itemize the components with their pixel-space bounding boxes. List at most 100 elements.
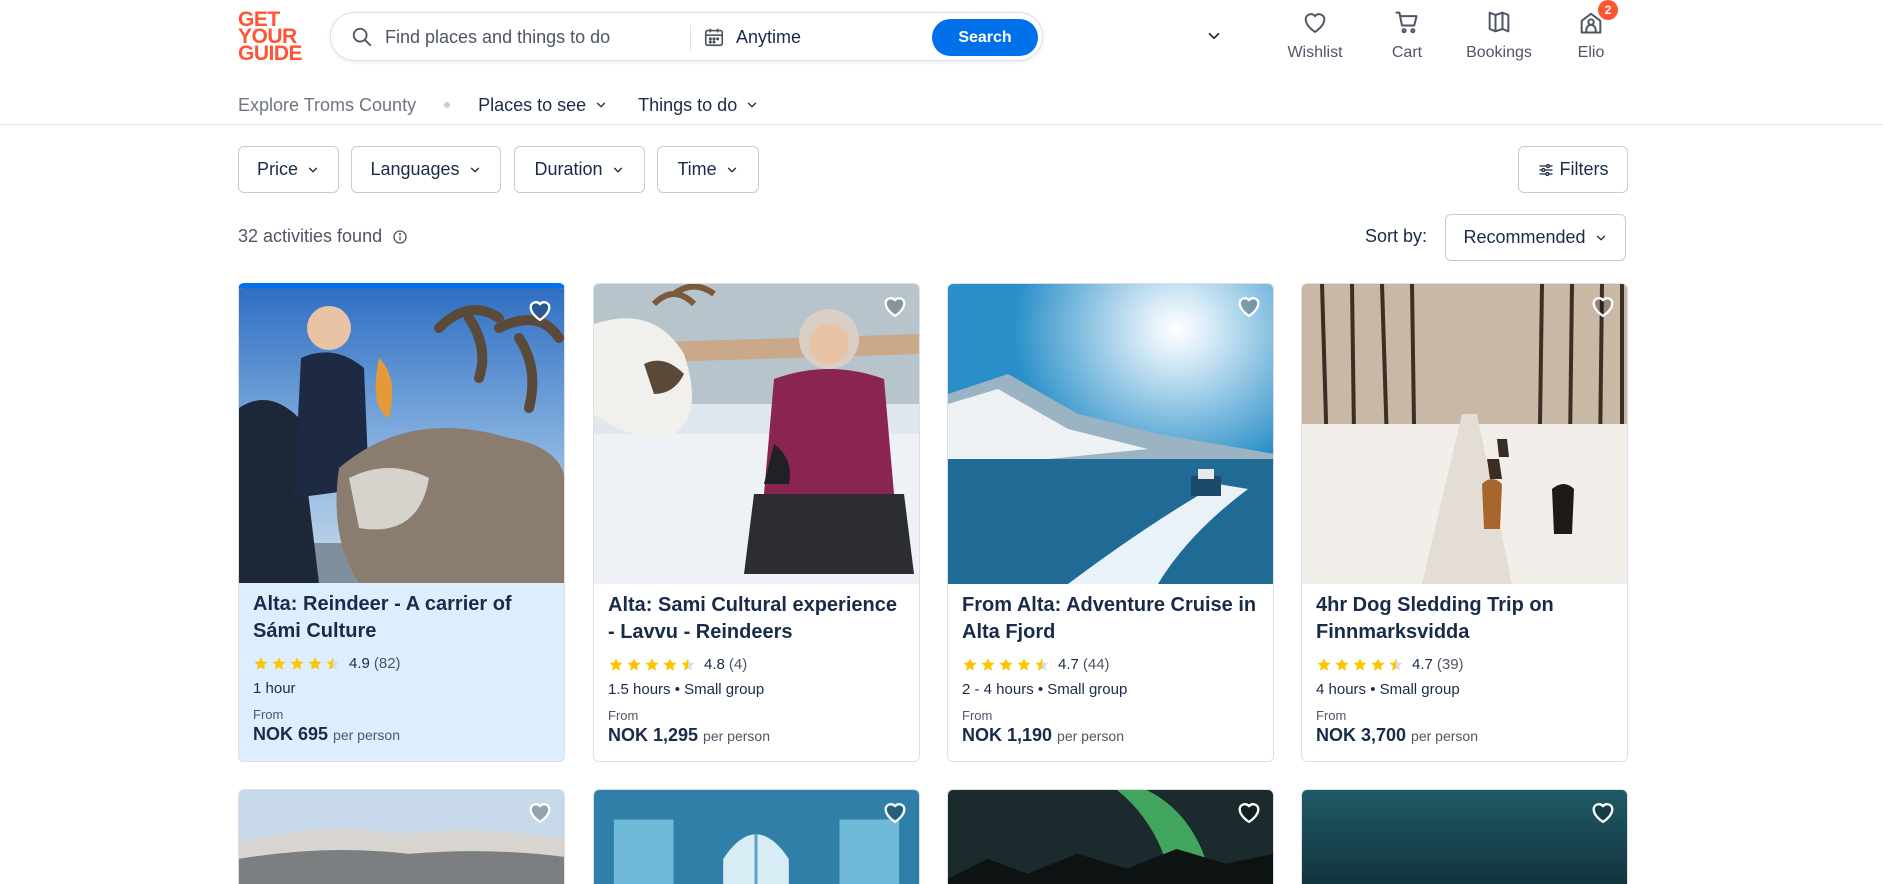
bookings-label: Bookings [1466, 44, 1532, 61]
chevron-down-icon [613, 167, 622, 172]
star-icon [609, 657, 623, 671]
duration-filter[interactable]: Duration [514, 146, 645, 193]
wishlist-heart-icon[interactable] [1235, 798, 1263, 826]
languages-filter[interactable]: Languages [351, 146, 501, 193]
star-rating [253, 656, 343, 672]
star-icon [645, 657, 659, 671]
activity-title: Alta: Sami Cultural experience - Lavvu -… [608, 594, 897, 643]
bookings-button[interactable]: Bookings [1454, 8, 1544, 62]
date-picker[interactable]: Anytime [703, 19, 1220, 55]
price-row: NOK 695 per person [253, 724, 550, 745]
info-icon[interactable] [392, 229, 408, 245]
price-from-label: From [608, 708, 639, 723]
activity-image [594, 790, 919, 884]
rating-value: 4.7 [1412, 656, 1433, 673]
activity-card-body: Alta: Reindeer - A carrier of Sámi Cultu… [253, 591, 550, 745]
star-icon [290, 656, 304, 670]
wishlist-heart-icon[interactable] [881, 798, 909, 826]
chevron-down-icon [1208, 32, 1220, 40]
activity-image [948, 284, 1273, 584]
all-filters-button[interactable]: Filters [1518, 146, 1628, 193]
star-rating [1316, 657, 1406, 673]
all-filters-label: Filters [1559, 159, 1609, 179]
search-divider [690, 25, 691, 50]
things-to-do-menu[interactable]: Things to do [638, 95, 759, 116]
activity-card-body: From Alta: Adventure Cruise in Alta Fjor… [962, 592, 1259, 746]
wishlist-heart-icon[interactable] [881, 292, 909, 320]
chevron-down-icon [308, 167, 318, 172]
activity-card[interactable] [238, 789, 565, 884]
sort-select[interactable]: Recommended [1445, 214, 1626, 261]
places-to-see-menu[interactable]: Places to see [478, 95, 608, 116]
results-count-text: 32 activities found [238, 226, 383, 246]
separator-dot [444, 102, 451, 108]
review-count: (44) [1082, 656, 1110, 673]
activity-card[interactable] [593, 789, 920, 884]
star-icon [681, 657, 695, 671]
activity-card[interactable]: 4hr Dog Sledding Trip on Finnmarksvidda … [1301, 283, 1628, 762]
activity-price: NOK 1,190 [962, 725, 1053, 745]
explore-link[interactable]: Explore Troms County [238, 95, 416, 116]
activity-card[interactable]: Alta: Sami Cultural experience - Lavvu -… [593, 283, 920, 762]
activity-card[interactable]: From Alta: Adventure Cruise in Alta Fjor… [947, 283, 1274, 762]
review-count: (39) [1436, 656, 1464, 673]
activity-card[interactable] [1301, 789, 1628, 884]
rating-value: 4.9 [349, 655, 370, 672]
sort-value: Recommended [1463, 227, 1586, 247]
star-rating [962, 657, 1052, 673]
wishlist-heart-icon[interactable] [526, 296, 554, 324]
star-icon [627, 657, 641, 671]
rating-row: 4.7 (39) [1316, 656, 1613, 673]
activity-price: NOK 3,700 [1316, 725, 1407, 745]
price-from-label: From [962, 708, 993, 723]
star-icon [981, 657, 995, 671]
activity-image [239, 288, 564, 583]
price-from-label: From [1316, 708, 1347, 723]
wishlist-heart-icon[interactable] [526, 798, 554, 826]
wishlist-heart-icon[interactable] [1589, 292, 1617, 320]
calendar-icon [704, 28, 724, 47]
profile-button[interactable]: Elio 2 [1546, 0, 1636, 62]
activity-image [1302, 790, 1627, 884]
review-count: (82) [373, 655, 401, 672]
wishlist-heart-icon[interactable] [1235, 292, 1263, 320]
star-icon [254, 656, 268, 670]
activity-title: 4hr Dog Sledding Trip on Finnmarksvidda [1316, 594, 1554, 643]
price-filter[interactable]: Price [238, 146, 339, 193]
star-icon [999, 657, 1013, 671]
activity-title: From Alta: Adventure Cruise in Alta Fjor… [962, 594, 1257, 643]
star-icon [963, 657, 977, 671]
star-icon [1353, 657, 1367, 671]
rating-row: 4.7 (44) [962, 656, 1259, 673]
rating-row: 4.9 (82) [253, 655, 550, 672]
review-count: (4) [728, 656, 748, 673]
search-input[interactable] [385, 23, 685, 51]
brand-logo[interactable]: GET YOUR GUIDE [238, 9, 304, 65]
activity-meta: 1.5 hours • Small group [608, 681, 765, 698]
wishlist-heart-icon[interactable] [1589, 798, 1617, 826]
search-bar: Anytime Search [330, 12, 1220, 61]
star-icon [1017, 657, 1031, 671]
wishlist-label: Wishlist [1287, 44, 1343, 61]
brand-logo-line3: GUIDE [238, 42, 303, 65]
cart-button[interactable]: Cart [1362, 8, 1452, 62]
search-button[interactable]: Search [932, 19, 1038, 56]
date-label: Anytime [736, 26, 802, 47]
star-icon [308, 656, 322, 670]
price-from-label: From [253, 707, 284, 722]
header-divider [0, 124, 1883, 125]
rating-value: 4.8 [704, 656, 725, 673]
results-count: 32 activities found [238, 226, 408, 247]
time-filter[interactable]: Time [657, 146, 759, 193]
activity-meta: 2 - 4 hours • Small group [962, 681, 1128, 698]
activity-card[interactable]: Alta: Reindeer - A carrier of Sámi Cultu… [238, 283, 565, 762]
star-icon [272, 656, 286, 670]
places-to-see-label: Places to see [478, 94, 587, 115]
sub-navigation: Explore Troms County Places to see Thing… [238, 92, 789, 118]
cart-label: Cart [1391, 44, 1423, 61]
wishlist-button[interactable]: Wishlist [1270, 8, 1360, 62]
activity-card[interactable] [947, 789, 1274, 884]
sort-label: Sort by: [1365, 226, 1428, 246]
star-icon [1389, 657, 1403, 671]
activity-meta: 1 hour [253, 680, 296, 697]
